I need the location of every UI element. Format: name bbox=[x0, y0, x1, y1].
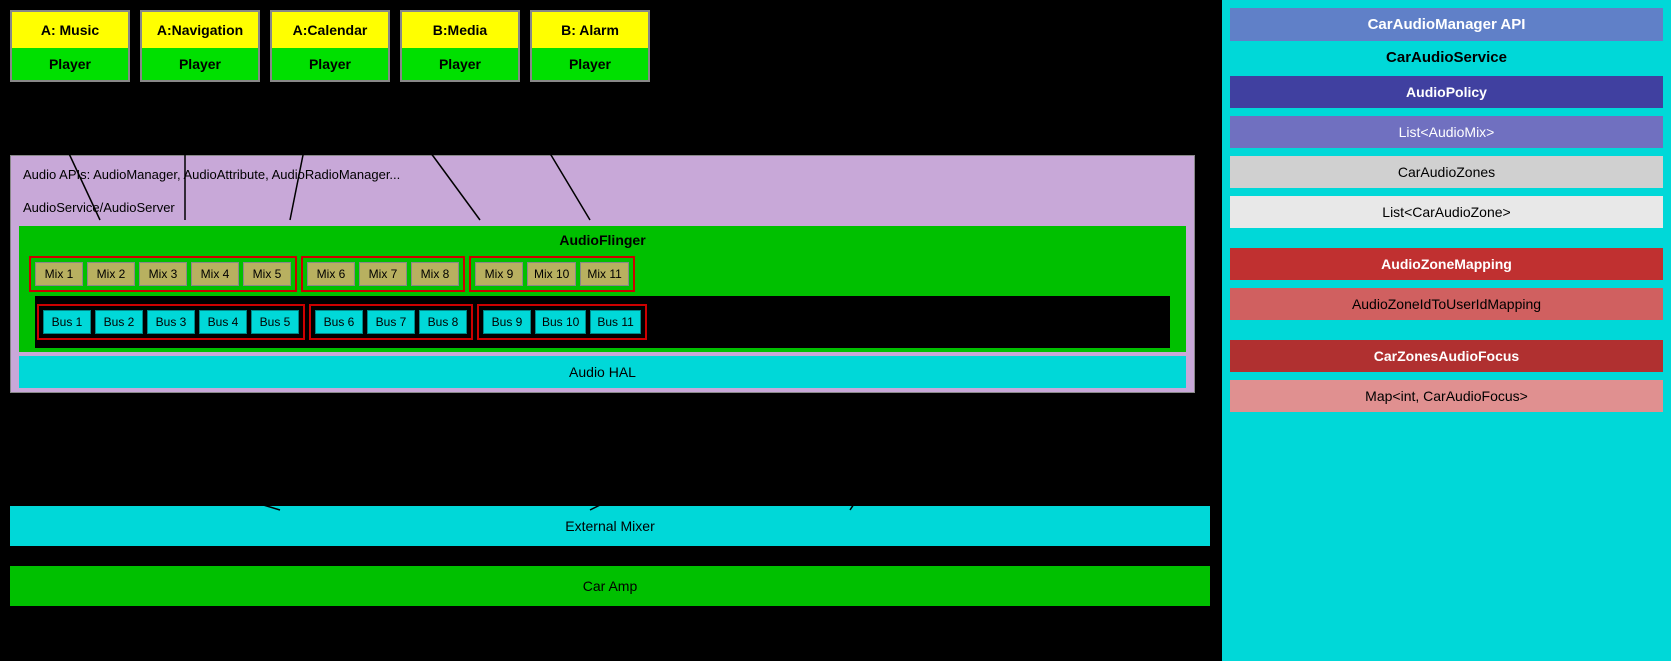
bus-zone-3: Bus 9 Bus 10 Bus 11 bbox=[477, 304, 647, 340]
app-box-navigation: A:Navigation Player bbox=[140, 10, 260, 82]
audio-apis-bar: Audio APIs: AudioManager, AudioAttribute… bbox=[11, 156, 1194, 192]
audio-flinger-section: AudioFlinger Mix 1 Mix 2 Mix 3 Mix 4 Mix… bbox=[19, 226, 1186, 352]
right-audio-policy: AudioPolicy bbox=[1230, 76, 1663, 108]
audio-hal-bar: Audio HAL bbox=[19, 356, 1186, 388]
right-car-audio-zones: CarAudioZones bbox=[1230, 156, 1663, 188]
app-box-music-player: Player bbox=[12, 48, 128, 80]
app-box-music: A: Music Player bbox=[10, 10, 130, 82]
right-list-audio-mix: List<AudioMix> bbox=[1230, 116, 1663, 148]
app-box-media-player: Player bbox=[402, 48, 518, 80]
app-box-alarm-player: Player bbox=[532, 48, 648, 80]
mix-zone-3: Mix 9 Mix 10 Mix 11 bbox=[469, 256, 635, 292]
app-box-alarm: B: Alarm Player bbox=[530, 10, 650, 82]
app-boxes-row: A: Music Player A:Navigation Player A:Ca… bbox=[10, 10, 650, 82]
audio-service-label: AudioService/AudioServer bbox=[23, 200, 175, 215]
bus-zones-section: Bus 1 Bus 2 Bus 3 Bus 4 Bus 5 Bus 6 Bus … bbox=[35, 296, 1170, 348]
bus-box-1: Bus 1 bbox=[43, 310, 91, 334]
bus-box-4: Bus 4 bbox=[199, 310, 247, 334]
car-amp-label: Car Amp bbox=[583, 578, 637, 594]
bus-box-10: Bus 10 bbox=[535, 310, 586, 334]
bus-zone-1: Bus 1 Bus 2 Bus 3 Bus 4 Bus 5 bbox=[37, 304, 305, 340]
mix-zone-1: Mix 1 Mix 2 Mix 3 Mix 4 Mix 5 bbox=[29, 256, 297, 292]
mix-zones-row: Mix 1 Mix 2 Mix 3 Mix 4 Mix 5 Mix 6 Mix … bbox=[27, 252, 1178, 296]
bus-zones-row: Bus 1 Bus 2 Bus 3 Bus 4 Bus 5 Bus 6 Bus … bbox=[35, 300, 1170, 344]
bus-zone-2: Bus 6 Bus 7 Bus 8 bbox=[309, 304, 473, 340]
right-panel: CarAudioManager API CarAudioService Audi… bbox=[1220, 0, 1671, 661]
mix-box-2: Mix 2 bbox=[87, 262, 135, 286]
mix-box-6: Mix 6 bbox=[307, 262, 355, 286]
mix-box-7: Mix 7 bbox=[359, 262, 407, 286]
bus-box-5: Bus 5 bbox=[251, 310, 299, 334]
bus-box-3: Bus 3 bbox=[147, 310, 195, 334]
app-box-music-label: A: Music bbox=[12, 12, 128, 48]
app-box-media: B:Media Player bbox=[400, 10, 520, 82]
mix-box-3: Mix 3 bbox=[139, 262, 187, 286]
app-box-media-label: B:Media bbox=[402, 12, 518, 48]
main-stack: Audio APIs: AudioManager, AudioAttribute… bbox=[10, 155, 1195, 393]
car-amp-bar: Car Amp bbox=[10, 566, 1210, 606]
mix-box-1: Mix 1 bbox=[35, 262, 83, 286]
right-audio-zone-mapping: AudioZoneMapping bbox=[1230, 248, 1663, 280]
app-box-navigation-player: Player bbox=[142, 48, 258, 80]
mix-zone-2: Mix 6 Mix 7 Mix 8 bbox=[301, 256, 465, 292]
mix-box-8: Mix 8 bbox=[411, 262, 459, 286]
mix-box-11: Mix 11 bbox=[580, 262, 628, 286]
external-mixer-label: External Mixer bbox=[565, 518, 654, 534]
bus-box-11: Bus 11 bbox=[590, 310, 640, 334]
audio-hal-label: Audio HAL bbox=[569, 364, 636, 380]
app-box-calendar: A:Calendar Player bbox=[270, 10, 390, 82]
right-audio-zone-id-mapping: AudioZoneIdToUserIdMapping bbox=[1230, 288, 1663, 320]
bus-box-6: Bus 6 bbox=[315, 310, 363, 334]
app-box-calendar-player: Player bbox=[272, 48, 388, 80]
right-panel-title: CarAudioManager API bbox=[1230, 8, 1663, 41]
app-box-alarm-label: B: Alarm bbox=[532, 12, 648, 48]
external-mixer-bar: External Mixer bbox=[10, 506, 1210, 546]
right-list-car-audio-zone: List<CarAudioZone> bbox=[1230, 196, 1663, 228]
right-spacer-1 bbox=[1230, 234, 1663, 242]
mix-box-9: Mix 9 bbox=[475, 262, 523, 286]
bus-box-8: Bus 8 bbox=[419, 310, 467, 334]
right-spacer-2 bbox=[1230, 326, 1663, 334]
bus-box-7: Bus 7 bbox=[367, 310, 415, 334]
right-car-zones-audio-focus: CarZonesAudioFocus bbox=[1230, 340, 1663, 372]
bus-box-9: Bus 9 bbox=[483, 310, 531, 334]
app-box-calendar-label: A:Calendar bbox=[272, 12, 388, 48]
audio-flinger-label: AudioFlinger bbox=[27, 230, 1178, 252]
app-box-navigation-label: A:Navigation bbox=[142, 12, 258, 48]
bus-box-2: Bus 2 bbox=[95, 310, 143, 334]
audio-service-bar: AudioService/AudioServer bbox=[11, 192, 1194, 222]
right-service-label: CarAudioService bbox=[1230, 45, 1663, 70]
mix-box-5: Mix 5 bbox=[243, 262, 291, 286]
audio-apis-label: Audio APIs: AudioManager, AudioAttribute… bbox=[23, 167, 400, 182]
right-map-car-audio-focus: Map<int, CarAudioFocus> bbox=[1230, 380, 1663, 412]
mix-box-10: Mix 10 bbox=[527, 262, 576, 286]
mix-box-4: Mix 4 bbox=[191, 262, 239, 286]
